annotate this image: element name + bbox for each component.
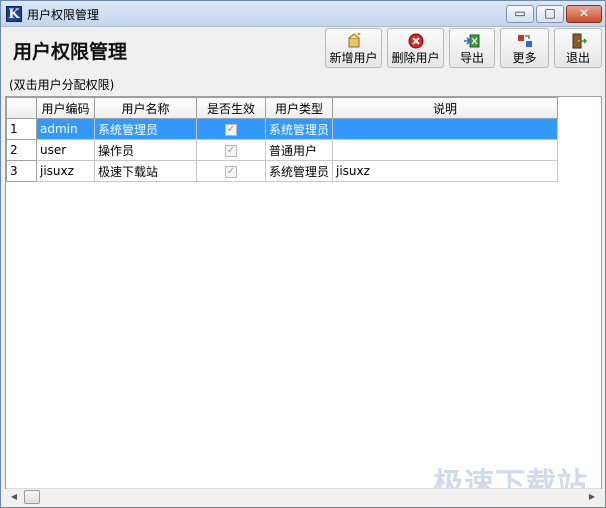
more-icon: [501, 32, 548, 50]
scroll-right-icon[interactable]: ▶: [584, 490, 600, 504]
more-button[interactable]: 更多: [500, 28, 549, 68]
column-header-name[interactable]: 用户名称: [94, 97, 197, 119]
cell-type[interactable]: 系统管理员: [265, 160, 333, 182]
export-label: 导出: [459, 51, 484, 65]
cell-desc[interactable]: [332, 139, 558, 161]
cell-code[interactable]: jisuxz: [36, 160, 95, 182]
row-number-header: [6, 97, 37, 119]
title-bar[interactable]: K 用户权限管理 ▭ □ ✕: [1, 1, 605, 27]
more-label: 更多: [512, 51, 537, 65]
table-row[interactable]: 2 user 操作员 ✓ 普通用户: [6, 139, 558, 161]
column-header-code[interactable]: 用户编码: [36, 97, 95, 119]
table-header-row: 用户编码 用户名称 是否生效 用户类型 说明: [6, 97, 558, 119]
cell-type[interactable]: 系统管理员: [265, 118, 333, 140]
delete-user-label: 删除用户: [391, 51, 440, 65]
scroll-thumb[interactable]: [24, 490, 40, 504]
cell-name[interactable]: 系统管理员: [94, 118, 197, 140]
delete-user-button[interactable]: 删除用户: [387, 28, 444, 68]
window-title: 用户权限管理: [27, 8, 100, 22]
cell-desc[interactable]: jisuxz: [332, 160, 558, 182]
maximize-icon: □: [544, 6, 556, 20]
cell-active[interactable]: ✓: [196, 118, 266, 140]
exit-icon: [555, 32, 601, 50]
minimize-button[interactable]: ▭: [506, 5, 534, 23]
cell-active[interactable]: ✓: [196, 139, 266, 161]
minimize-icon: ▭: [514, 6, 526, 20]
add-user-button[interactable]: 新增用户: [325, 28, 382, 68]
row-number: 2: [6, 139, 37, 161]
add-user-label: 新增用户: [329, 51, 378, 65]
cell-desc[interactable]: [332, 118, 558, 140]
export-button[interactable]: 导出: [449, 28, 495, 68]
table-row[interactable]: 3 jisuxz 极速下载站 ✓ 系统管理员 jisuxz: [6, 160, 558, 182]
delete-icon: [388, 32, 443, 50]
exit-label: 退出: [565, 51, 590, 65]
app-logo-icon: K: [6, 6, 22, 22]
hint-text: (双击用户分配权限): [9, 78, 115, 92]
table-row[interactable]: 1 admin 系统管理员 ✓ 系统管理员: [6, 118, 558, 140]
scroll-left-icon[interactable]: ◀: [6, 490, 22, 504]
page-title: 用户权限管理: [13, 41, 128, 63]
user-grid[interactable]: 用户编码 用户名称 是否生效 用户类型 说明 1 admin 系统管理员 ✓ 系…: [5, 96, 602, 489]
header: 用户权限管理 新增用户 删除用户 导出 更多 退出: [1, 28, 605, 72]
cell-type[interactable]: 普通用户: [265, 139, 333, 161]
row-number: 3: [6, 160, 37, 182]
column-header-type[interactable]: 用户类型: [265, 97, 333, 119]
active-checkbox[interactable]: ✓: [225, 165, 237, 178]
add-user-icon: [326, 32, 381, 50]
export-icon: [450, 32, 494, 50]
main-window: K 用户权限管理 ▭ □ ✕ 用户权限管理 新增用户 删除用户 导出 更多 退出…: [0, 0, 606, 508]
column-header-desc[interactable]: 说明: [332, 97, 558, 119]
close-icon: ✕: [578, 6, 590, 20]
exit-button[interactable]: 退出: [554, 28, 602, 68]
active-checkbox[interactable]: ✓: [225, 123, 237, 136]
horizontal-scrollbar[interactable]: ◀ ▶: [6, 488, 601, 504]
cell-name[interactable]: 极速下载站: [94, 160, 197, 182]
row-number: 1: [6, 118, 37, 140]
cell-name[interactable]: 操作员: [94, 139, 197, 161]
maximize-button[interactable]: □: [536, 5, 564, 23]
column-header-active[interactable]: 是否生效: [196, 97, 266, 119]
cell-code[interactable]: user: [36, 139, 95, 161]
cell-code[interactable]: admin: [36, 118, 95, 140]
cell-active[interactable]: ✓: [196, 160, 266, 182]
close-button[interactable]: ✕: [566, 5, 602, 23]
active-checkbox[interactable]: ✓: [225, 144, 237, 157]
user-table: 用户编码 用户名称 是否生效 用户类型 说明 1 admin 系统管理员 ✓ 系…: [6, 97, 558, 182]
